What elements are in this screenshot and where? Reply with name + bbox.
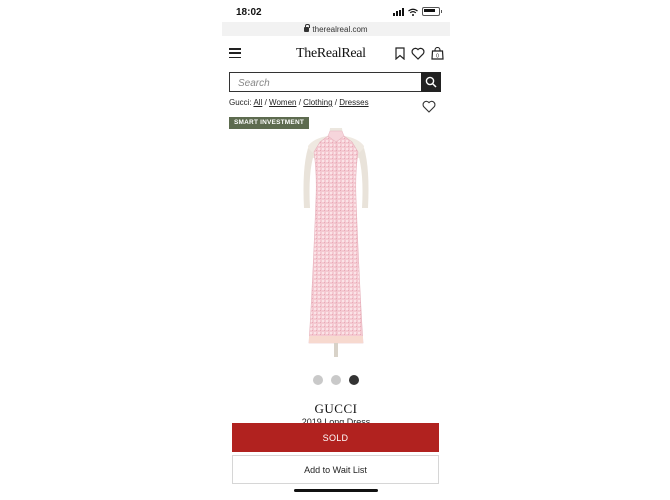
breadcrumb-separator: / <box>298 98 301 107</box>
carousel-dot[interactable] <box>313 375 323 385</box>
breadcrumb: Gucci: All / Women / Clothing / Dresses <box>229 98 369 107</box>
product-image[interactable] <box>222 128 450 368</box>
add-to-wait-list-button[interactable]: Add to Wait List <box>232 455 439 484</box>
sold-button[interactable]: SOLD <box>232 423 439 452</box>
search-button[interactable] <box>421 72 441 92</box>
signal-icon <box>393 7 404 16</box>
header-actions: 0 <box>395 47 444 60</box>
breadcrumb-dresses[interactable]: Dresses <box>339 98 368 107</box>
search-bar <box>229 72 441 93</box>
heart-icon[interactable] <box>411 47 425 60</box>
url-text: therealreal.com <box>312 24 368 34</box>
product-brand[interactable]: GUCCI <box>222 401 450 417</box>
carousel-dot[interactable] <box>331 375 341 385</box>
menu-icon[interactable] <box>229 48 241 58</box>
wifi-icon <box>408 8 418 16</box>
status-time: 18:02 <box>236 7 262 18</box>
lock-icon <box>304 23 310 32</box>
breadcrumb-women[interactable]: Women <box>269 98 296 107</box>
breadcrumb-clothing[interactable]: Clothing <box>303 98 332 107</box>
search-icon <box>425 76 437 88</box>
breadcrumb-separator: / <box>264 98 267 107</box>
status-icons <box>393 7 442 16</box>
home-indicator[interactable] <box>294 489 378 492</box>
site-logo[interactable]: TheRealReal <box>296 46 366 62</box>
carousel-dot-active[interactable] <box>349 375 359 385</box>
breadcrumb-separator: / <box>334 98 337 107</box>
shopping-bag-icon[interactable]: 0 <box>431 47 444 60</box>
site-header: TheRealReal 0 <box>222 40 450 70</box>
search-input[interactable] <box>230 74 418 93</box>
battery-icon <box>422 7 442 16</box>
status-bar: 18:02 <box>222 0 450 22</box>
svg-text:0: 0 <box>436 54 439 60</box>
carousel-dots <box>222 375 450 385</box>
phone-screen: 18:02 therealreal.com TheRealReal 0 Sear… <box>222 0 450 500</box>
breadcrumb-all[interactable]: All <box>253 98 262 107</box>
favorite-heart-icon[interactable] <box>422 100 436 113</box>
bookmark-icon[interactable] <box>395 47 405 60</box>
url-bar[interactable]: therealreal.com <box>222 22 450 36</box>
breadcrumb-prefix: Gucci: <box>229 98 252 107</box>
